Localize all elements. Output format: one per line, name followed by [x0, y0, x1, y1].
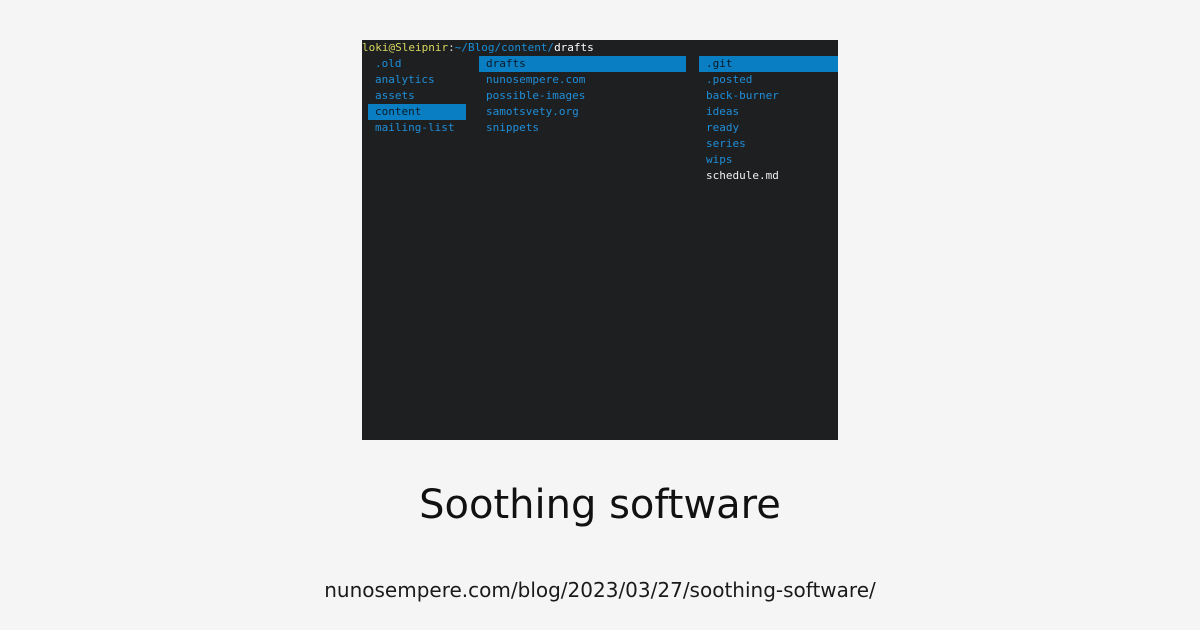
directory-entry[interactable]: mailing-list: [368, 120, 466, 136]
directory-entry[interactable]: back-burner: [699, 88, 838, 104]
prompt-path: ~/Blog/content/: [454, 41, 555, 54]
directory-entry[interactable]: .old: [368, 56, 466, 72]
current-directory-column: drafts nunosempere.com possible-images samo…: [479, 56, 686, 136]
directory-entry[interactable]: wips: [699, 152, 838, 168]
directory-entry[interactable]: possible-images: [479, 88, 686, 104]
directory-entry[interactable]: analytics: [368, 72, 466, 88]
file-entry[interactable]: schedule.md: [699, 168, 838, 184]
parent-directory-column: .old analytics assets content mailing-list: [368, 56, 466, 136]
directory-entry[interactable]: drafts: [479, 56, 686, 72]
terminal-prompt: loki@Sleipnir:~/Blog/content/drafts: [362, 40, 594, 56]
directory-entry[interactable]: snippets: [479, 120, 686, 136]
prompt-user-host: loki@Sleipnir: [362, 41, 449, 54]
ranger-terminal-screenshot: loki@Sleipnir:~/Blog/content/drafts .old…: [362, 40, 838, 440]
prompt-current-dir: drafts: [554, 41, 594, 54]
directory-entry[interactable]: ready: [699, 120, 838, 136]
article-title: Soothing software: [419, 482, 781, 528]
directory-entry[interactable]: samotsvety.org: [479, 104, 686, 120]
directory-entry[interactable]: .posted: [699, 72, 838, 88]
directory-entry[interactable]: nunosempere.com: [479, 72, 686, 88]
directory-entry[interactable]: ideas: [699, 104, 838, 120]
directory-entry[interactable]: content: [368, 104, 466, 120]
article-url: nunosempere.com/blog/2023/03/27/soothing…: [324, 578, 876, 602]
directory-entry[interactable]: series: [699, 136, 838, 152]
directory-entry[interactable]: assets: [368, 88, 466, 104]
prompt-separator: :: [448, 41, 455, 54]
directory-entry[interactable]: .git: [699, 56, 838, 72]
preview-directory-column: .git .posted back-burner ideas ready series wi…: [699, 56, 838, 184]
